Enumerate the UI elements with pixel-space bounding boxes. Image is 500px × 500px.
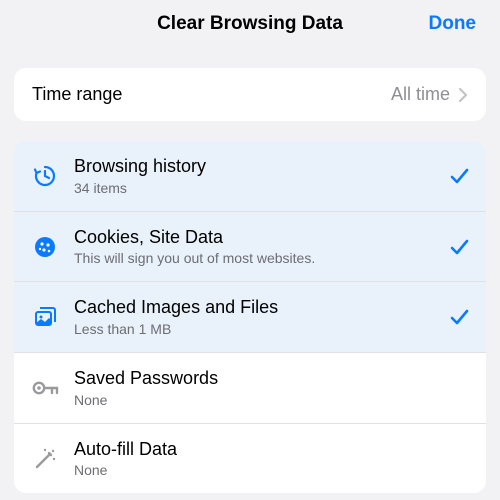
row-text: Cached Images and FilesLess than 1 MB — [74, 296, 440, 338]
row-text: Cookies, Site DataThis will sign you out… — [74, 226, 440, 268]
header: Clear Browsing Data Done — [0, 0, 500, 48]
row-subtitle: This will sign you out of most websites. — [74, 249, 440, 267]
time-range-value: All time — [391, 84, 450, 105]
row-subtitle: None — [74, 391, 440, 409]
row-text: Saved PasswordsNone — [74, 367, 440, 409]
image-stack-icon — [32, 304, 64, 330]
row-title: Cached Images and Files — [74, 296, 440, 319]
data-type-row-key[interactable]: Saved PasswordsNone — [14, 353, 486, 424]
data-type-row-history[interactable]: Browsing history34 items — [14, 141, 486, 212]
time-range-row[interactable]: Time range All time — [14, 68, 486, 121]
row-title: Saved Passwords — [74, 367, 440, 390]
wand-icon — [32, 446, 64, 472]
row-subtitle: Less than 1 MB — [74, 320, 440, 338]
checkmark-icon — [440, 306, 470, 328]
row-text: Auto-fill DataNone — [74, 438, 440, 480]
row-title: Cookies, Site Data — [74, 226, 440, 249]
row-subtitle: 34 items — [74, 179, 440, 197]
row-title: Auto-fill Data — [74, 438, 440, 461]
page-title: Clear Browsing Data — [157, 13, 343, 35]
time-range-section: Time range All time — [14, 68, 486, 121]
data-type-row-cookie[interactable]: Cookies, Site DataThis will sign you out… — [14, 212, 486, 283]
row-subtitle: None — [74, 461, 440, 479]
data-type-row-image-stack[interactable]: Cached Images and FilesLess than 1 MB — [14, 282, 486, 353]
done-button[interactable]: Done — [429, 13, 477, 35]
row-title: Browsing history — [74, 155, 440, 178]
key-icon — [32, 379, 64, 397]
time-range-label: Time range — [32, 84, 391, 105]
checkmark-icon — [440, 236, 470, 258]
data-type-row-wand[interactable]: Auto-fill DataNone — [14, 424, 486, 494]
checkmark-icon — [440, 165, 470, 187]
row-text: Browsing history34 items — [74, 155, 440, 197]
chevron-right-icon — [458, 87, 468, 103]
cookie-icon — [32, 234, 64, 260]
data-types-section: Browsing history34 items Cookies, Site D… — [14, 141, 486, 493]
history-icon — [32, 163, 64, 189]
